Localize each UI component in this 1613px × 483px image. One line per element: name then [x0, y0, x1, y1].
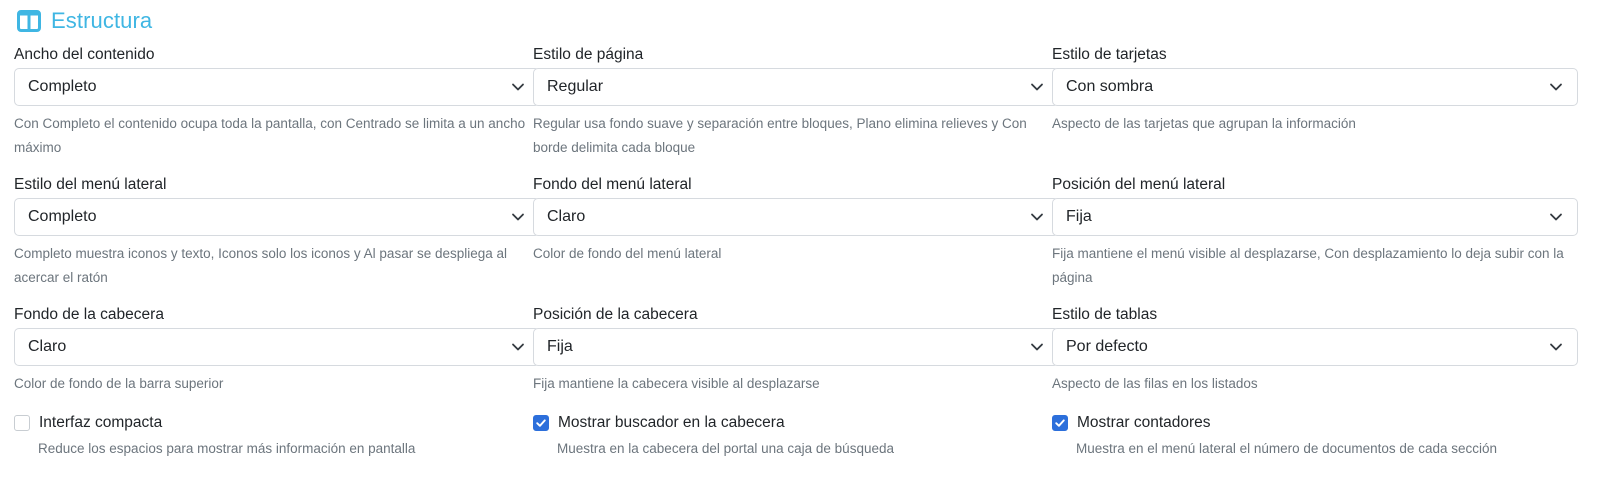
chevron-down-icon	[1549, 340, 1563, 354]
field-label: Posición del menú lateral	[1052, 176, 1226, 193]
check-counters: Mostrar contadores Muestra en el menú la…	[1052, 413, 1578, 456]
field-content-width: Ancho del contenido Completo Con Complet…	[14, 45, 540, 160]
compact-interface-checkbox[interactable]	[14, 415, 30, 431]
chevron-down-icon	[511, 340, 525, 354]
sidebar-position-select[interactable]: Fija	[1052, 198, 1578, 236]
sidebar-style-select[interactable]: Completo	[14, 198, 540, 236]
select-value: Regular	[547, 78, 604, 95]
checkmark-icon	[1055, 419, 1065, 427]
check-label[interactable]: Mostrar buscador en la cabecera	[558, 414, 785, 432]
select-value: Fija	[1066, 208, 1092, 225]
field-sidebar-style: Estilo del menú lateral Completo Complet…	[14, 175, 540, 290]
check-label[interactable]: Mostrar contadores	[1077, 414, 1211, 432]
field-help: Fija mantiene la cabecera visible al des…	[533, 376, 820, 391]
section-header: Estructura	[17, 5, 152, 37]
field-help: Aspecto de las filas en los listados	[1052, 376, 1258, 391]
select-value: Claro	[28, 338, 67, 355]
chevron-down-icon	[511, 210, 525, 224]
counters-checkbox[interactable]	[1052, 415, 1068, 431]
field-help: Fija mantiene el menú visible al desplaz…	[1052, 246, 1564, 285]
field-header-position: Posición de la cabecera Fija Fija mantie…	[533, 305, 1059, 396]
check-label[interactable]: Interfaz compacta	[39, 414, 162, 432]
sidebar-background-select[interactable]: Claro	[533, 198, 1059, 236]
field-page-style: Estilo de página Regular Regular usa fon…	[533, 45, 1059, 160]
select-value: Claro	[547, 208, 586, 225]
checkmark-icon	[536, 419, 546, 427]
chevron-down-icon	[1549, 80, 1563, 94]
field-help: Con Completo el contenido ocupa toda la …	[14, 116, 526, 155]
select-value: Con sombra	[1066, 78, 1154, 95]
field-header-background: Fondo de la cabecera Claro Color de fond…	[14, 305, 540, 396]
field-label: Estilo de página	[533, 46, 644, 63]
header-background-select[interactable]: Claro	[14, 328, 540, 366]
field-help: Color de fondo de la barra superior	[14, 376, 224, 391]
check-help: Reduce los espacios para mostrar más inf…	[38, 441, 416, 456]
field-sidebar-position: Posición del menú lateral Fija Fija mant…	[1052, 175, 1578, 290]
field-card-style: Estilo de tarjetas Con sombra Aspecto de…	[1052, 45, 1578, 136]
check-header-search: Mostrar buscador en la cabecera Muestra …	[533, 413, 1059, 456]
field-label: Ancho del contenido	[14, 46, 155, 63]
page-style-select[interactable]: Regular	[533, 68, 1059, 106]
field-help: Aspecto de las tarjetas que agrupan la i…	[1052, 116, 1356, 131]
field-label: Fondo de la cabecera	[14, 306, 164, 323]
table-style-select[interactable]: Por defecto	[1052, 328, 1578, 366]
chevron-down-icon	[1030, 340, 1044, 354]
header-position-select[interactable]: Fija	[533, 328, 1059, 366]
card-style-select[interactable]: Con sombra	[1052, 68, 1578, 106]
field-help: Color de fondo del menú lateral	[533, 246, 722, 261]
select-value: Por defecto	[1066, 338, 1148, 355]
field-help: Completo muestra iconos y texto, Iconos …	[14, 246, 508, 285]
field-label: Estilo de tablas	[1052, 306, 1158, 323]
field-label: Estilo del menú lateral	[14, 176, 167, 193]
select-value: Fija	[547, 338, 573, 355]
field-sidebar-background: Fondo del menú lateral Claro Color de fo…	[533, 175, 1059, 266]
chevron-down-icon	[1030, 210, 1044, 224]
field-table-style: Estilo de tablas Por defecto Aspecto de …	[1052, 305, 1578, 396]
check-compact-interface: Interfaz compacta Reduce los espacios pa…	[14, 413, 540, 456]
check-help: Muestra en la cabecera del portal una ca…	[557, 441, 894, 456]
field-help: Regular usa fondo suave y separación ent…	[533, 116, 1027, 155]
chevron-down-icon	[1030, 80, 1044, 94]
field-label: Posición de la cabecera	[533, 306, 698, 323]
field-label: Estilo de tarjetas	[1052, 46, 1167, 63]
chevron-down-icon	[511, 80, 525, 94]
layout-columns-icon	[17, 10, 41, 32]
check-help: Muestra en el menú lateral el número de …	[1076, 441, 1497, 456]
select-value: Completo	[28, 208, 97, 225]
section-title: Estructura	[51, 8, 153, 33]
chevron-down-icon	[1549, 210, 1563, 224]
header-search-checkbox[interactable]	[533, 415, 549, 431]
field-label: Fondo del menú lateral	[533, 176, 692, 193]
content-width-select[interactable]: Completo	[14, 68, 540, 106]
select-value: Completo	[28, 78, 97, 95]
